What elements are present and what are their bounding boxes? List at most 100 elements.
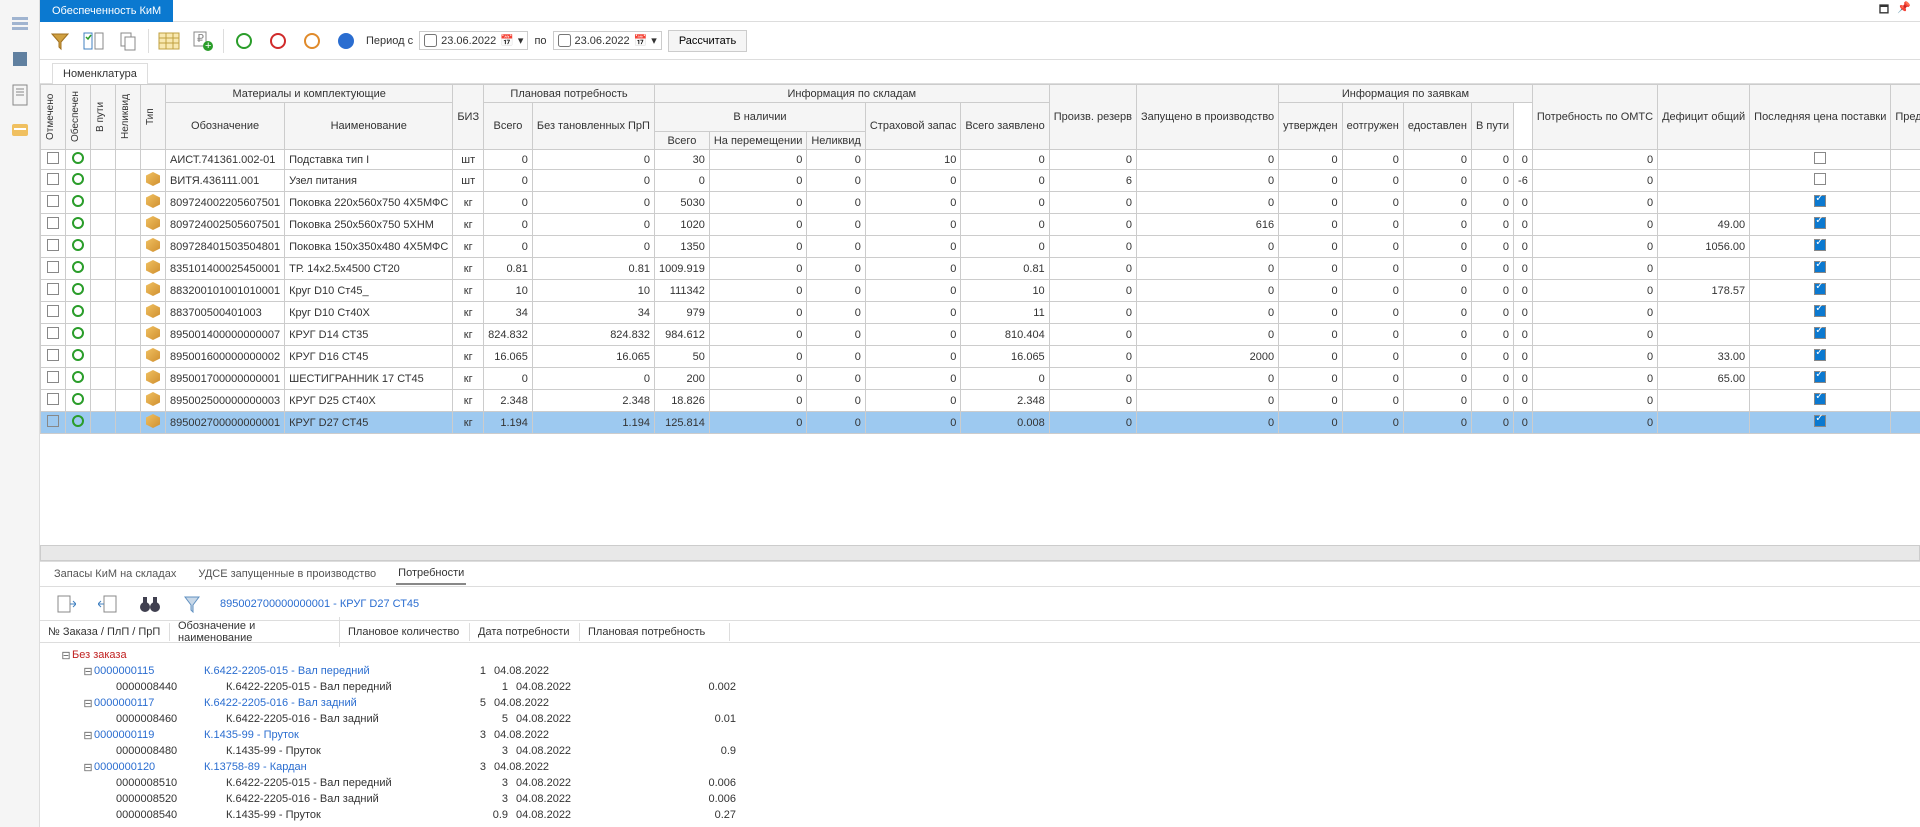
col-na-perem[interactable]: На перемещении (709, 132, 807, 150)
tree-row[interactable]: 0000008510К.6422-2205-015 - Вал передний… (50, 775, 1910, 791)
row-checkbox-2[interactable] (1814, 305, 1826, 317)
table-row[interactable]: 895001700000000001ШЕСТИГРАННИК 17 СТ45кг… (41, 368, 1920, 390)
row-checkbox[interactable] (47, 349, 59, 361)
col-bez-prp[interactable]: Без тановленных ПрП (532, 103, 654, 150)
bottom-tab-stocks[interactable]: Запасы КиМ на складах (52, 564, 178, 584)
table-row[interactable]: ВИТЯ.436111.001Узел питанияшт00000006000… (41, 170, 1920, 192)
grid-icon[interactable] (155, 27, 183, 55)
col-vputi2[interactable]: В пути (1472, 103, 1514, 150)
row-checkbox-2[interactable] (1814, 195, 1826, 207)
detail-icon-1[interactable] (52, 590, 80, 618)
col-biz[interactable]: БИЗ (453, 85, 484, 150)
row-checkbox-2[interactable] (1814, 415, 1826, 427)
col-proizv[interactable]: Произв. резерв (1049, 85, 1136, 150)
window-restore-icon[interactable]: 🗖 (1876, 1, 1892, 20)
detail-col-desc[interactable]: Обозначение и наименование (170, 617, 340, 647)
table-row[interactable]: 809724002505607501Поковка 250х560х750 5Х… (41, 214, 1920, 236)
tree-expand-icon[interactable]: ⊟ (82, 665, 94, 678)
calculate-button[interactable]: Рассчитать (668, 30, 747, 52)
tree-row[interactable]: 0000008440К.6422-2205-015 - Вал передний… (50, 679, 1910, 695)
status-blue-icon[interactable] (332, 27, 360, 55)
col-edost[interactable]: едоставлен (1403, 103, 1471, 150)
bottom-tab-needs[interactable]: Потребности (396, 563, 466, 585)
tree-row[interactable]: ⊟0000000117К.6422-2205-016 - Вал задний5… (50, 695, 1910, 711)
col-info-zayav[interactable]: Информация по заявкам (1279, 85, 1533, 103)
row-checkbox-2[interactable] (1814, 261, 1826, 273)
col-neotgr[interactable]: еотгружен (1342, 103, 1403, 150)
row-checkbox[interactable] (47, 239, 59, 251)
tree-row[interactable]: 0000008540К.1435-99 - Пруток0.904.08.202… (50, 807, 1910, 823)
filter-icon[interactable] (46, 27, 74, 55)
tree-row[interactable]: ⊟0000000119К.1435-99 - Пруток304.08.2022 (50, 727, 1910, 743)
detail-col-date[interactable]: Дата потребности (470, 623, 580, 641)
copy-icon[interactable] (114, 27, 142, 55)
tree-expand-icon[interactable]: ⊟ (82, 729, 94, 742)
filter-icon-2[interactable] (178, 590, 206, 618)
col-plan-potr[interactable]: Плановая потребность (484, 85, 655, 103)
table-row[interactable]: 809728401503504801Поковка 150х350х480 4Х… (41, 236, 1920, 258)
money-icon[interactable]: ₽+ (189, 27, 217, 55)
row-checkbox-2[interactable] (1814, 327, 1826, 339)
row-checkbox[interactable] (47, 195, 59, 207)
main-tab[interactable]: Обеспеченность КиМ (40, 0, 173, 22)
col-obespecheno[interactable]: Обеспечен (70, 87, 86, 147)
row-checkbox-2[interactable] (1814, 393, 1826, 405)
detail-icon-2[interactable] (94, 590, 122, 618)
col-vsego1[interactable]: Всего (484, 103, 533, 150)
detail-col-order[interactable]: № Заказа / ПлП / ПрП (40, 623, 170, 641)
row-checkbox[interactable] (47, 393, 59, 405)
rail-icon-3[interactable] (6, 81, 34, 109)
status-green-icon[interactable] (230, 27, 258, 55)
table-row[interactable]: 895001600000000002КРУГ D16 СТ45кг16.0651… (41, 346, 1920, 368)
col-utv[interactable]: утвержден (1279, 103, 1342, 150)
table-row[interactable]: 883200101001010001Круг D10 Ст45_кг101011… (41, 280, 1920, 302)
status-red-icon[interactable] (264, 27, 292, 55)
col-deficit[interactable]: Дефицит общий (1658, 85, 1750, 150)
row-checkbox[interactable] (47, 217, 59, 229)
tree-row[interactable]: ⊟Без заказа (50, 647, 1910, 663)
row-checkbox[interactable] (47, 173, 59, 185)
col-vsego-z[interactable]: Всего заявлено (961, 103, 1049, 150)
row-checkbox[interactable] (47, 283, 59, 295)
table-row[interactable]: 835101400025450001ТР. 14х2.5х4500 СТ20кг… (41, 258, 1920, 280)
detail-col-req[interactable]: Плановая потребность (580, 623, 730, 641)
col-nelikvid2[interactable]: Неликвид (807, 132, 865, 150)
status-orange-icon[interactable] (298, 27, 326, 55)
rail-icon-2[interactable] (6, 45, 34, 73)
col-otmecheno[interactable]: Отмечено (45, 87, 61, 147)
col-vsego2[interactable]: Всего (654, 132, 709, 150)
row-checkbox-2[interactable] (1814, 371, 1826, 383)
col-zapusch[interactable]: Запущено в производство (1136, 85, 1278, 150)
table-row[interactable]: 809724002205607501Поковка 220х560х750 4Х… (41, 192, 1920, 214)
date-to-input[interactable]: 23.06.2022📅▾ (553, 31, 662, 50)
col-naim[interactable]: Наименование (285, 103, 453, 150)
table-row[interactable]: 895002500000000003КРУГ D25 СТ40Хкг2.3482… (41, 390, 1920, 412)
bottom-tab-udse[interactable]: УДСЕ запущенные в производство (196, 564, 378, 584)
detail-item-link[interactable]: 895002700000000001 - КРУГ D27 СТ45 (220, 598, 419, 610)
tree-row[interactable]: ⊟0000000120К.13758-89 - Кардан304.08.202… (50, 759, 1910, 775)
rail-icon-4[interactable] (6, 117, 34, 145)
col-tip[interactable]: Тип (145, 87, 161, 147)
row-checkbox[interactable] (47, 305, 59, 317)
detail-col-qty[interactable]: Плановое количество (340, 623, 470, 641)
col-info-sklad[interactable]: Информация по складам (654, 85, 1049, 103)
col-vputi[interactable]: В пути (95, 87, 111, 147)
table-row[interactable]: 895001400000000007КРУГ D14 СТ35кг824.832… (41, 324, 1920, 346)
tree-row[interactable]: ⊟0000000115К.6422-2205-015 - Вал передни… (50, 663, 1910, 679)
col-oboz[interactable]: Обозначение (166, 103, 285, 150)
tree-expand-icon[interactable]: ⊟ (82, 697, 94, 710)
col-vnalichii[interactable]: В наличии (654, 103, 865, 132)
row-checkbox-2[interactable] (1814, 283, 1826, 295)
tree-expand-icon[interactable]: ⊟ (82, 761, 94, 774)
row-checkbox-2[interactable] (1814, 239, 1826, 251)
table-row[interactable]: 883700500401003Круг D10 Ст40Хкг343497900… (41, 302, 1920, 324)
row-checkbox-2[interactable] (1814, 152, 1826, 164)
tree-row[interactable]: 0000008460К.6422-2205-016 - Вал задний50… (50, 711, 1910, 727)
tree-row[interactable]: 0000008480К.1435-99 - Пруток304.08.20220… (50, 743, 1910, 759)
col-strax[interactable]: Страховой запас (865, 103, 961, 150)
row-checkbox[interactable] (47, 327, 59, 339)
col-posl-cena[interactable]: Последняя цена поставки (1750, 85, 1891, 150)
table-row[interactable]: АИСТ.741361.002-01Подставка тип Iшт00300… (41, 150, 1920, 170)
row-checkbox[interactable] (47, 415, 59, 427)
row-checkbox[interactable] (47, 152, 59, 164)
